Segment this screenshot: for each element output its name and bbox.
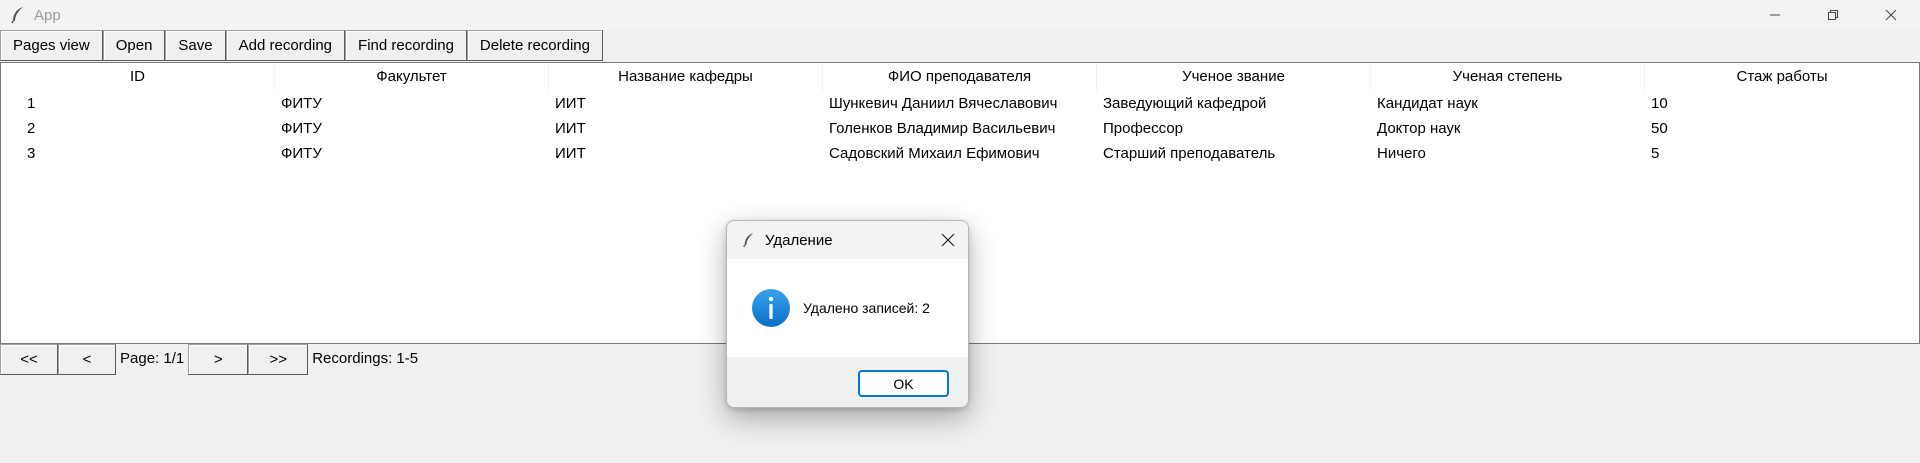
find-recording-button[interactable]: Find recording — [345, 30, 467, 61]
column-header-teacher-name[interactable]: ФИО преподавателя — [823, 63, 1097, 91]
dialog-title-bar: Удаление — [727, 221, 968, 259]
table-cell: ИИТ — [555, 95, 586, 112]
column-header-id[interactable]: ID — [1, 63, 275, 91]
delete-recording-button[interactable]: Delete recording — [466, 30, 603, 61]
dialog-message: Удалено записей: 2 — [803, 300, 930, 316]
dialog-footer: OK — [727, 357, 968, 407]
table-cell: Шункевич Даниил Вячеславович — [829, 95, 1058, 112]
column-header-department[interactable]: Название кафедры — [549, 63, 823, 91]
close-icon[interactable] — [1862, 0, 1920, 30]
table-header: ID Факультет Название кафедры ФИО препод… — [1, 63, 1919, 91]
recordings-range: Recordings: 1-5 — [312, 349, 419, 367]
pagination-bar: << < Page: 1/1 > >> Recordings: 1-5 — [0, 344, 422, 375]
dialog-body: Удалено записей: 2 — [727, 259, 968, 357]
pages-view-button[interactable]: Pages view — [0, 30, 103, 61]
feather-icon — [739, 230, 759, 250]
window-title: App — [34, 6, 61, 24]
column-header-academic-title[interactable]: Ученое звание — [1097, 63, 1371, 91]
close-icon[interactable] — [938, 230, 958, 250]
deletion-dialog: Удаление Удалено записей: 2 OK — [726, 220, 969, 408]
table-cell: Профессор — [1103, 120, 1184, 137]
table-cell: Ничего — [1377, 145, 1426, 162]
add-recording-button[interactable]: Add recording — [225, 30, 346, 61]
minimize-icon[interactable] — [1746, 0, 1804, 30]
table-cell: 1 — [27, 95, 36, 112]
table-cell: 3 — [27, 145, 36, 162]
title-bar: App — [0, 0, 1920, 30]
table-cell: 50 — [1651, 120, 1668, 137]
window-controls — [1746, 0, 1920, 30]
table-cell: Голенков Владимир Васильевич — [829, 120, 1056, 137]
feather-icon — [6, 3, 30, 27]
table-row[interactable]: 3 ФИТУ ИИТ Садовский Михаил Ефимович Ста… — [1, 141, 1919, 166]
table-row[interactable]: 1 ФИТУ ИИТ Шункевич Даниил Вячеславович … — [1, 91, 1919, 116]
table-cell: Доктор наук — [1377, 120, 1461, 137]
table-cell: ИИТ — [555, 145, 586, 162]
table-cell: ФИТУ — [281, 145, 322, 162]
table-cell: Заведующий кафедрой — [1103, 95, 1267, 112]
table-cell: 2 — [27, 120, 36, 137]
prev-page-button[interactable]: < — [58, 344, 116, 375]
info-icon — [752, 289, 790, 327]
table-cell: Садовский Михаил Ефимович — [829, 145, 1040, 162]
next-page-button[interactable]: > — [188, 344, 249, 375]
table-cell: ФИТУ — [281, 120, 322, 137]
table-cell: 10 — [1651, 95, 1668, 112]
table-row[interactable]: 2 ФИТУ ИИТ Голенков Владимир Васильевич … — [1, 116, 1919, 141]
table-cell: ФИТУ — [281, 95, 322, 112]
table-cell: Старший преподаватель — [1103, 145, 1276, 162]
ok-button[interactable]: OK — [858, 370, 949, 397]
save-button[interactable]: Save — [165, 30, 226, 61]
table-cell: ИИТ — [555, 120, 586, 137]
dialog-title: Удаление — [765, 231, 833, 249]
last-page-button[interactable]: >> — [248, 344, 309, 375]
column-header-faculty[interactable]: Факультет — [275, 63, 549, 91]
column-header-academic-degree[interactable]: Ученая степень — [1371, 63, 1645, 91]
toolbar: Pages view Open Save Add recording Find … — [0, 30, 603, 61]
page-indicator: Page: 1/1 — [120, 349, 185, 367]
first-page-button[interactable]: << — [0, 344, 58, 375]
table-cell: Кандидат наук — [1377, 95, 1478, 112]
restore-icon[interactable] — [1804, 0, 1862, 30]
open-button[interactable]: Open — [102, 30, 166, 61]
table-cell: 5 — [1651, 145, 1660, 162]
column-header-experience[interactable]: Стаж работы — [1645, 63, 1919, 91]
